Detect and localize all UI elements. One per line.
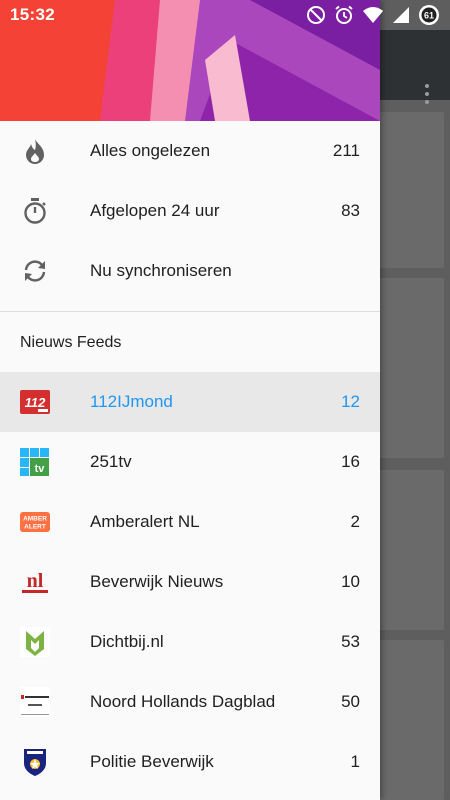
background-card [372, 278, 444, 458]
svg-text:ALERT: ALERT [24, 524, 46, 531]
dichtbij-logo-icon [20, 627, 50, 657]
feed-item-politie-beverwijk[interactable]: Politie Beverwijk 1 [0, 732, 380, 792]
112-logo-icon: 112 [20, 387, 50, 417]
feed-label: Beverwijk Nieuws [90, 572, 224, 591]
menu-item-nu-synchroniseren[interactable]: Nu synchroniseren [0, 241, 380, 301]
feed-item-amberalert-nl[interactable]: AMBER ALERT Amberalert NL 2 [0, 492, 380, 552]
nl-nieuws-logo-icon: nl [20, 567, 50, 597]
status-time: 15:32 [10, 5, 55, 24]
navigation-drawer: Alles ongelezen 211 Afgelopen 24 uur 83 … [0, 0, 380, 800]
feed-label: Dichtbij.nl [90, 632, 164, 651]
feed-label: Politie Beverwijk [90, 752, 214, 771]
battery-level-text: 61 [424, 11, 434, 21]
menu-item-label: Nu synchroniseren [90, 261, 232, 280]
unread-count: 16 [341, 452, 360, 471]
251tv-logo-icon: tv [20, 447, 50, 477]
feed-item-112ijmond[interactable]: 112 112IJmond 12 [0, 372, 380, 432]
feed-label: Amberalert NL [90, 512, 200, 531]
feed-item-noord-hollands-dagblad[interactable]: Noord Hollands Dagblad 50 [0, 672, 380, 732]
feed-item-dichtbij-nl[interactable]: Dichtbij.nl 53 [0, 612, 380, 672]
svg-text:nl: nl [27, 570, 44, 592]
unread-count: 211 [332, 141, 360, 160]
overflow-menu-icon[interactable] [424, 84, 430, 106]
flame-icon [20, 136, 50, 166]
svg-text:112: 112 [25, 395, 46, 410]
drawer-menu: Alles ongelezen 211 Afgelopen 24 uur 83 … [0, 121, 380, 792]
feed-label: 112IJmond [90, 392, 173, 411]
svg-text:AMBER: AMBER [23, 516, 47, 523]
unread-count: 83 [341, 201, 360, 220]
background-card [372, 112, 444, 268]
alarm-icon [335, 5, 353, 24]
menu-item-alles-ongelezen[interactable]: Alles ongelezen 211 [0, 121, 380, 181]
menu-item-afgelopen-24-uur[interactable]: Afgelopen 24 uur 83 [0, 181, 380, 241]
unread-count: 1 [350, 752, 360, 771]
background-card [372, 640, 444, 800]
unread-count: 12 [341, 392, 360, 411]
section-title-nieuws-feeds: Nieuws Feeds [20, 334, 122, 351]
sync-icon [20, 256, 50, 286]
noordhollands-dagblad-logo-icon [20, 687, 50, 717]
unread-count: 53 [341, 632, 360, 651]
menu-item-label: Alles ongelezen [90, 141, 211, 160]
status-bar: 15:32 61 [0, 0, 450, 30]
amber-alert-logo-icon: AMBER ALERT [20, 507, 50, 537]
wifi-icon [363, 7, 383, 23]
svg-text:tv: tv [35, 463, 46, 475]
unread-count: 2 [350, 512, 360, 531]
battery-icon: 61 [419, 5, 439, 25]
politie-logo-icon [20, 747, 50, 777]
do-not-disturb-icon [307, 6, 325, 24]
unread-count: 10 [341, 572, 360, 591]
cell-signal-icon [393, 7, 409, 23]
feed-label: 251tv [90, 452, 132, 471]
unread-count: 50 [341, 692, 360, 711]
stopwatch-icon [20, 196, 50, 226]
background-card [372, 470, 444, 630]
feed-item-251tv[interactable]: tv 251tv 16 [0, 432, 380, 492]
feed-item-beverwijk-nieuws[interactable]: nl Beverwijk Nieuws 10 [0, 552, 380, 612]
feed-label: Noord Hollands Dagblad [90, 692, 276, 711]
menu-item-label: Afgelopen 24 uur [90, 201, 220, 220]
